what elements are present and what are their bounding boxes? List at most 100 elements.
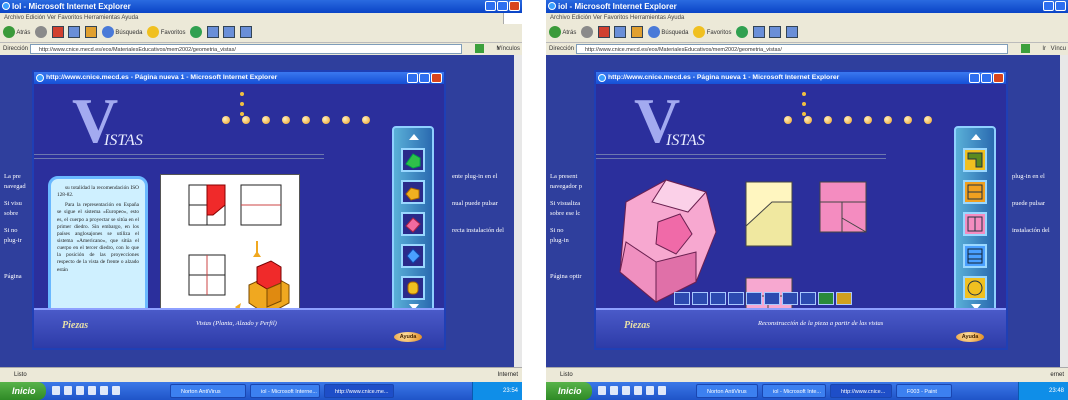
quick-launch-icon[interactable] [658,386,666,395]
home-icon[interactable] [85,26,98,39]
help-button[interactable]: Ayuda [394,332,422,342]
refresh-icon[interactable] [68,26,81,39]
maximize-button[interactable] [419,73,430,83]
quick-launch-icon[interactable] [610,386,618,395]
address-input[interactable]: http://www.cnice.mecd.es/eos/MaterialesE… [576,44,1008,54]
quick-launch-icon[interactable] [598,386,606,395]
isometric-piece [619,179,717,304]
favorites-star-icon[interactable] [693,26,706,39]
minimize-button[interactable] [969,73,980,83]
print-icon[interactable] [240,26,253,39]
favorites-button[interactable]: Favoritos [161,30,186,36]
quick-launch-icon[interactable] [64,386,72,395]
search-button[interactable]: Búsqueda [115,30,142,36]
piece-selector-button[interactable] [836,292,852,305]
piece-selector-button[interactable] [782,292,798,305]
media-icon[interactable] [190,26,203,39]
piece-selector-bar [674,292,852,306]
history-icon[interactable] [752,26,765,39]
mail-icon[interactable] [769,26,782,39]
maximize-button[interactable] [981,73,992,83]
window-title: Iol - Microsoft Internet Explorer [12,2,131,11]
quick-launch-icon[interactable] [88,386,96,395]
popup-title: http://www.cnice.mecd.es - Página nueva … [46,74,278,81]
view-thumbnail[interactable] [963,148,987,172]
piece-thumbnail[interactable] [401,276,425,300]
piece-selector-button[interactable] [800,292,816,305]
piece-selector-button[interactable] [728,292,744,305]
taskbar-item[interactable]: F003 - Paint [896,384,952,398]
piece-thumbnail[interactable] [401,148,425,172]
view-thumbnail[interactable] [963,244,987,268]
forward-arrow-icon[interactable] [35,26,48,39]
search-icon[interactable] [101,26,114,39]
quick-launch-icon[interactable] [76,386,84,395]
quick-launch-icon[interactable] [622,386,630,395]
forward-arrow-icon[interactable] [581,26,594,39]
go-arrow-icon[interactable] [475,44,484,53]
quick-launch-icon[interactable] [52,386,60,395]
favorites-button[interactable]: Favoritos [707,30,732,36]
back-arrow-icon[interactable] [3,26,15,39]
links-label[interactable]: Vínculos [497,43,520,55]
piece-selector-button[interactable] [764,292,780,305]
maximize-button[interactable] [1055,1,1066,11]
quick-launch-icon[interactable] [100,386,108,395]
maximize-button[interactable] [497,1,508,11]
go-label[interactable]: Ir [1042,43,1046,55]
mail-icon[interactable] [223,26,236,39]
page-scrollbar[interactable] [514,55,522,368]
page-scrollbar[interactable] [1060,55,1068,368]
piece-selector-button[interactable] [818,292,834,305]
scroll-up-icon[interactable] [971,134,981,140]
back-button[interactable]: Atrás [16,30,30,36]
links-label[interactable]: Víncu [1051,43,1066,55]
start-button[interactable]: Inicio [0,382,46,400]
stop-icon[interactable] [51,26,64,39]
piece-thumbnail[interactable] [401,244,425,268]
quick-launch-icon[interactable] [646,386,654,395]
close-button[interactable] [431,73,442,83]
favorites-star-icon[interactable] [147,26,160,39]
print-icon[interactable] [786,26,799,39]
search-button[interactable]: Búsqueda [661,30,688,36]
piece-selector-button[interactable] [692,292,708,305]
quick-launch-icon[interactable] [634,386,642,395]
view-thumbnail[interactable] [963,212,987,236]
scroll-up-icon[interactable] [409,134,419,140]
stop-icon[interactable] [597,26,610,39]
taskbar-item[interactable]: http://www.cnice.me... [324,384,394,398]
taskbar-item[interactable]: Norton AntiVirus [170,384,246,398]
piece-selector-button[interactable] [710,292,726,305]
menu-bar[interactable]: Archivo Edición Ver Favoritos Herramient… [0,13,522,24]
piece-thumbnail[interactable] [401,212,425,236]
go-arrow-icon[interactable] [1021,44,1030,53]
start-button[interactable]: Inicio [546,382,592,400]
popup-window: http://www.cnice.mecd.es - Página nueva … [32,70,446,350]
help-button[interactable]: Ayuda [956,332,984,342]
view-thumbnail[interactable] [963,180,987,204]
media-icon[interactable] [736,26,749,39]
menu-bar[interactable]: Archivo Edición Ver Favoritos Herramient… [546,13,1068,24]
history-icon[interactable] [206,26,219,39]
minimize-button[interactable] [1043,1,1054,11]
close-button[interactable] [993,73,1004,83]
address-input[interactable]: http://www.cnice.mecd.es/eos/MaterialesE… [30,44,462,54]
taskbar-item[interactable]: http://www.cnice... [830,384,892,398]
taskbar-item[interactable]: iol - Microsoft Interne... [250,384,320,398]
piece-selector-button[interactable] [674,292,690,305]
back-arrow-icon[interactable] [549,26,561,39]
quick-launch-icon[interactable] [112,386,120,395]
taskbar-item[interactable]: Norton AntiVirus [696,384,758,398]
search-icon[interactable] [647,26,660,39]
home-icon[interactable] [631,26,644,39]
piece-thumbnail[interactable] [401,180,425,204]
piece-selector-button[interactable] [746,292,762,305]
view-thumbnail[interactable] [963,276,987,300]
close-button[interactable] [509,1,520,11]
back-button[interactable]: Atrás [562,30,576,36]
minimize-button[interactable] [407,73,418,83]
minimize-button[interactable] [485,1,496,11]
taskbar-item[interactable]: iol - Microsoft Inte... [762,384,826,398]
refresh-icon[interactable] [614,26,627,39]
